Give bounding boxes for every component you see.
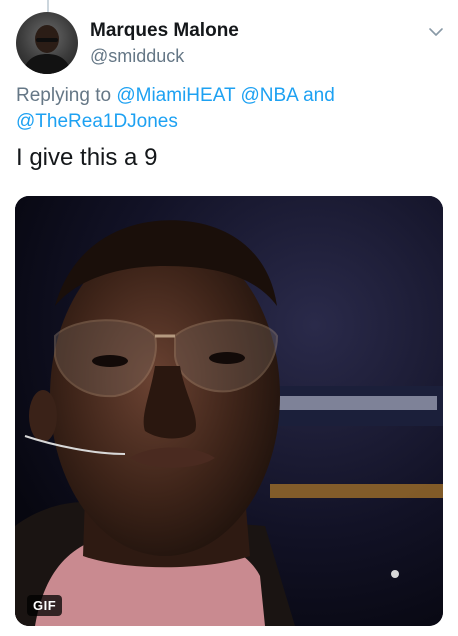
gif-badge: GIF: [27, 595, 63, 616]
chevron-down-icon[interactable]: [426, 22, 446, 42]
mention-joiner: and: [303, 85, 335, 106]
mention-link[interactable]: @TheRea1DJones: [16, 111, 178, 132]
replying-to-line: Replying to @MiamiHEAT @NBA and: [16, 85, 335, 107]
thread-connector-line: [47, 0, 49, 12]
mention-link[interactable]: @MiamiHEAT: [116, 85, 235, 106]
user-handle[interactable]: @smidduck: [90, 46, 184, 67]
mention-link[interactable]: @NBA: [241, 85, 298, 106]
replying-to-line-continued: @TheRea1DJones: [16, 111, 178, 133]
tweet-text: I give this a 9: [16, 144, 158, 171]
replying-to-label: Replying to: [16, 85, 112, 106]
display-name[interactable]: Marques Malone: [90, 20, 239, 42]
gif-media[interactable]: GIF: [15, 196, 443, 626]
avatar[interactable]: [16, 12, 78, 74]
